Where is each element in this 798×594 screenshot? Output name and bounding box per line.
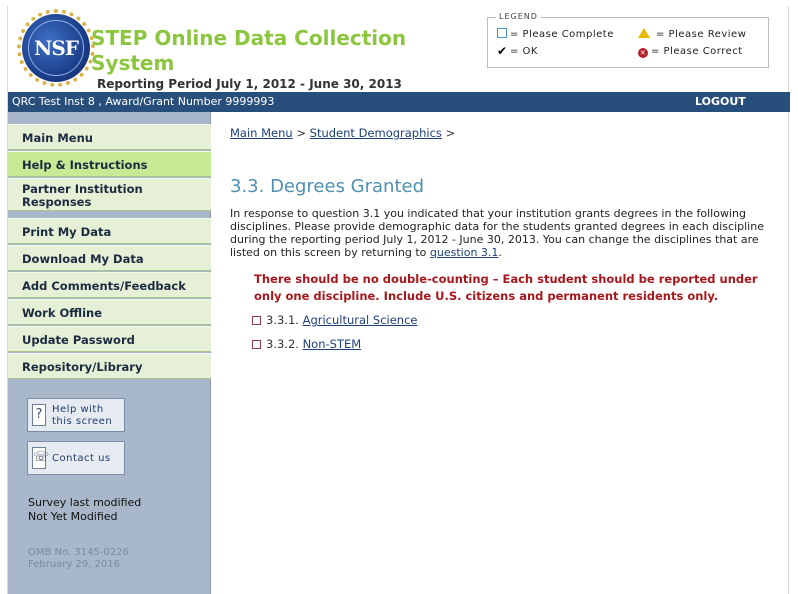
phone-icon: ☏ xyxy=(32,447,49,469)
legend-review: = Please Review xyxy=(638,28,746,40)
survey-status: Survey last modified Not Yet Modified xyxy=(28,496,142,523)
sidebar-item-help-instructions[interactable]: Help & Instructions xyxy=(8,151,211,177)
app-title: STEP Online Data Collection System xyxy=(91,26,407,75)
breadcrumb-main-menu[interactable]: Main Menu xyxy=(230,126,293,140)
nsf-logo-text: NSF xyxy=(34,36,79,60)
sidebar-item-repository[interactable]: Repository/Library xyxy=(8,353,211,379)
sidebar-item-add-comments[interactable]: Add Comments/Feedback xyxy=(8,272,211,298)
sidebar-item-download-data[interactable]: Download My Data xyxy=(8,245,211,271)
sidebar-item-update-password[interactable]: Update Password xyxy=(8,326,211,352)
discipline-link-agricultural-science[interactable]: Agricultural Science xyxy=(303,313,418,327)
page-title: 3.3. Degrees Granted xyxy=(230,176,425,197)
warning-message: There should be no double-counting – Eac… xyxy=(254,272,758,303)
top-bar: QRC Test Inst 8 , Award/Grant Number 999… xyxy=(8,92,790,112)
legend: LEGEND = Please Complete = Please Review… xyxy=(487,12,769,68)
contact-us-button[interactable]: ☏ Contact us xyxy=(27,441,125,475)
status-box-icon xyxy=(252,340,261,349)
logout-link[interactable]: LOGOUT xyxy=(695,95,746,108)
help-screen-button[interactable]: ? Help with this screen xyxy=(27,398,125,432)
breadcrumb: Main Menu > Student Demographics > xyxy=(230,126,456,140)
error-icon: ✕ xyxy=(638,48,648,58)
sidebar-item-main-menu[interactable]: Main Menu xyxy=(8,124,211,150)
checkmark-icon: ✔ xyxy=(497,44,508,58)
intro-text: In response to question 3.1 you indicate… xyxy=(230,207,764,259)
legend-title: LEGEND xyxy=(496,12,541,21)
discipline-item[interactable]: 3.3.1. Agricultural Science xyxy=(252,313,417,327)
status-box-icon xyxy=(252,316,261,325)
omb-info: OMB No. 3145-0226 February 29, 2016 xyxy=(28,547,129,570)
app-frame: NSF STEP Online Data Collection System R… xyxy=(7,6,790,594)
discipline-link-non-stem[interactable]: Non-STEM xyxy=(303,337,362,351)
question-3-1-link[interactable]: question 3.1 xyxy=(430,246,499,259)
header: NSF STEP Online Data Collection System R… xyxy=(8,6,790,92)
reporting-period: Reporting Period July 1, 2012 - June 30,… xyxy=(97,77,402,91)
institution-info: QRC Test Inst 8 , Award/Grant Number 999… xyxy=(12,95,275,108)
sidebar-item-work-offline[interactable]: Work Offline xyxy=(8,299,211,325)
sidebar: Main Menu Help & Instructions Partner In… xyxy=(8,112,211,594)
breadcrumb-student-demographics[interactable]: Student Demographics xyxy=(310,126,442,140)
discipline-item[interactable]: 3.3.2. Non-STEM xyxy=(252,337,361,351)
sidebar-item-print-data[interactable]: Print My Data xyxy=(8,218,211,244)
legend-ok: ✔ = OK xyxy=(497,44,538,58)
nsf-logo: NSF xyxy=(17,9,95,87)
question-icon: ? xyxy=(32,404,46,426)
empty-box-icon xyxy=(497,28,507,38)
sidebar-item-partner-responses[interactable]: Partner Institution Responses xyxy=(8,178,211,211)
legend-correct: ✕ = Please Correct xyxy=(638,46,743,58)
legend-complete: = Please Complete xyxy=(497,28,614,40)
warning-icon xyxy=(638,28,650,38)
